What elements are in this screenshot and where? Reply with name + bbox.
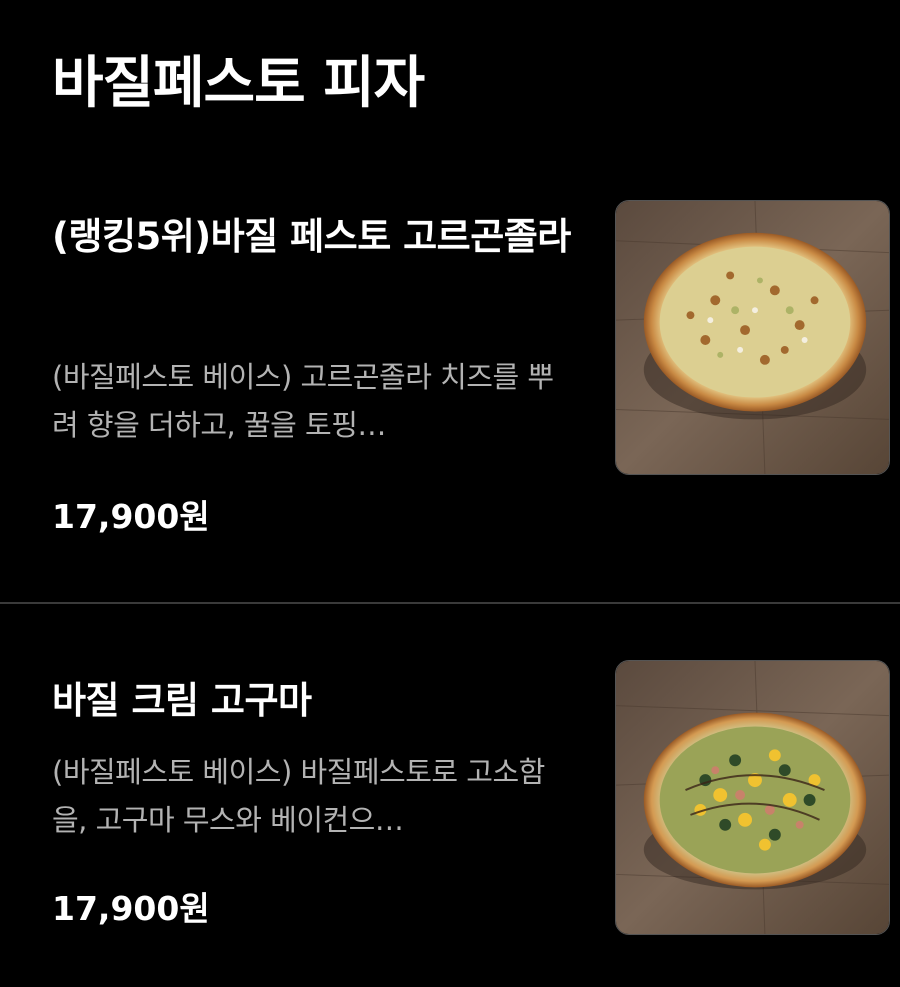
menu-item-image[interactable]	[615, 660, 890, 935]
menu-item-name: (랭킹5위)바질 페스토 고르곤졸라	[52, 215, 571, 258]
pizza-image-gorgonzola	[616, 201, 889, 474]
menu-item-price: 17,900원	[52, 497, 210, 536]
menu-item-image[interactable]	[615, 200, 890, 475]
menu-item-gorgonzola[interactable]: (랭킹5위)바질 페스토 고르곤졸라 (바질페스토 베이스) 고르곤졸라 치즈를…	[0, 196, 900, 601]
menu-item-description: (바질페스토 베이스) 고르곤졸라 치즈를 뿌려 향을 더하고, 꿀을 토핑…	[52, 360, 554, 442]
divider	[0, 602, 900, 604]
menu-item-sweet-potato[interactable]: 바질 크림 고구마 (바질페스토 베이스) 바질페스토로 고소함을, 고구마 무…	[0, 606, 900, 987]
menu-item-price: 17,900원	[52, 889, 210, 928]
pizza-image-sweet-potato	[616, 661, 889, 934]
menu-item-name: 바질 크림 고구마	[52, 679, 312, 722]
menu-item-description: (바질페스토 베이스) 바질페스토로 고소함을, 고구마 무스와 베이컨으…	[52, 755, 545, 837]
section-title: 바질페스토 피자	[52, 51, 425, 116]
